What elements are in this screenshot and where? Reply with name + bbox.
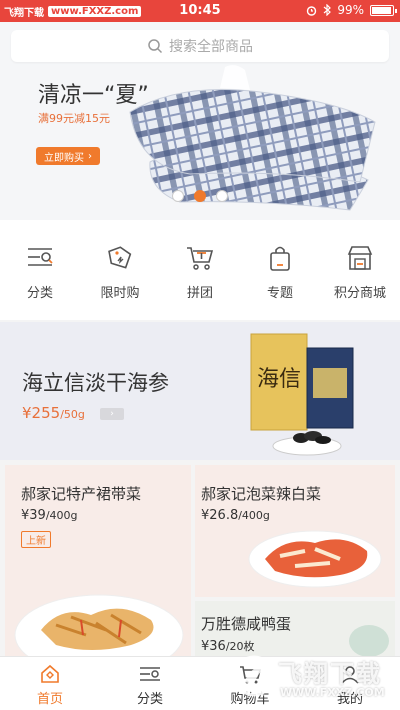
promo-arrow-button[interactable]: › [100, 408, 124, 420]
product-price-unit: /400g [45, 509, 78, 522]
nav-label: 拼团 [186, 286, 213, 301]
product-price-unit: /20枚 [225, 640, 255, 653]
cart-icon [238, 663, 262, 685]
buy-now-label: 立即购买 [44, 152, 84, 164]
egg-image [349, 625, 389, 657]
carousel-dot[interactable] [172, 190, 184, 202]
tab-label: 购物车 [230, 692, 270, 707]
category-icon [138, 663, 162, 685]
new-badge: 上新 [21, 531, 51, 548]
banner-subtitle: 满99元减15元 [38, 112, 110, 125]
nav-label: 分类 [26, 286, 53, 301]
promo-price-value: ¥255 [22, 404, 61, 422]
nav-item-category[interactable]: 分类 [0, 220, 80, 320]
search-bar[interactable]: 搜索全部商品 [11, 30, 389, 62]
topic-bag-icon [264, 242, 296, 274]
search-placeholder: 搜索全部商品 [169, 39, 253, 55]
tab-label: 首页 [36, 692, 63, 707]
battery-icon [370, 4, 397, 16]
carousel-dot-active[interactable] [194, 190, 206, 202]
product-price: ¥39/400g [21, 508, 78, 523]
chevron-right-icon: › [110, 409, 114, 419]
alarm-icon [307, 5, 317, 16]
bottom-tab-bar: 首页 分类 购物车 我的 [0, 656, 400, 710]
status-right: 99% [306, 3, 397, 17]
tab-profile[interactable]: 我的 [300, 657, 400, 710]
home-icon [38, 663, 62, 685]
product-title: 郝家记特产裙带菜 [21, 485, 142, 503]
nav-item-group-buy[interactable]: 拼团 [160, 220, 240, 320]
product-price-value: ¥36 [201, 639, 226, 654]
group-buy-cart-icon [184, 242, 216, 274]
product-card[interactable]: 郝家记特产裙带菜 ¥39/400g 上新 [5, 465, 191, 657]
promo-price-unit: /50g [60, 408, 85, 421]
product-price: ¥36/20枚 [201, 638, 255, 654]
nav-item-topic[interactable]: 专题 [240, 220, 320, 320]
promo-section[interactable]: 海立信淡干海参 ¥255/50g › 海信 [0, 322, 400, 460]
battery-percent: 99% [337, 3, 364, 17]
carousel-indicator [0, 190, 400, 202]
product-price-value: ¥26.8 [201, 508, 239, 523]
product-card[interactable]: 郝家记泡菜辣白菜 ¥26.8/400g [195, 465, 395, 597]
product-title: 万胜德咸鸭蛋 [201, 615, 292, 633]
product-title: 郝家记泡菜辣白菜 [201, 485, 322, 503]
kelp-dish-image [14, 594, 184, 657]
product-card[interactable]: 万胜德咸鸭蛋 ¥36/20枚 [195, 601, 395, 657]
nav-item-points-store[interactable]: 积分商城 [320, 220, 400, 320]
points-store-icon [344, 242, 376, 274]
buy-now-button[interactable]: 立即购买 › [36, 147, 100, 165]
nav-item-flash-sale[interactable]: 限时购 [80, 220, 160, 320]
product-price-value: ¥39 [21, 508, 46, 523]
profile-icon [338, 663, 362, 685]
promo-price: ¥255/50g [22, 404, 85, 422]
nav-label: 积分商城 [333, 286, 386, 301]
nav-label: 专题 [266, 286, 293, 301]
sea-cucumber-product-image: 海信 [250, 333, 354, 456]
promo-title: 海立信淡干海参 [22, 371, 169, 395]
chevron-right-icon: › [88, 150, 92, 162]
tab-home[interactable]: 首页 [0, 657, 100, 710]
banner-title: 清凉一“夏” [38, 83, 149, 108]
carousel-dot[interactable] [216, 190, 228, 202]
tab-category[interactable]: 分类 [100, 657, 200, 710]
quick-nav: 分类 限时购 拼团 专题 积分商城 [0, 220, 400, 320]
category-icon [24, 242, 56, 274]
kimchi-dish-image [248, 530, 382, 588]
bluetooth-icon [323, 4, 332, 16]
tab-label: 我的 [336, 692, 363, 707]
product-box-text: 海信 [257, 367, 301, 392]
status-bar: 飞翔下载 www.FXXZ.com 10:45 99% [0, 0, 400, 22]
tab-cart[interactable]: 购物车 [200, 657, 300, 710]
search-icon [148, 39, 163, 54]
tab-label: 分类 [136, 692, 163, 707]
nav-label: 限时购 [100, 286, 140, 301]
flash-sale-tag-icon [104, 242, 136, 274]
hero-banner[interactable]: 搜索全部商品 清凉一“夏” 满99元减15元 立即购买 › [0, 22, 400, 220]
